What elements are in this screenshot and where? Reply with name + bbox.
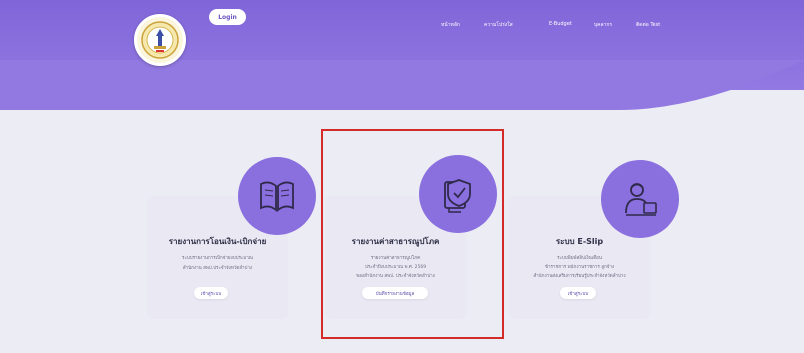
enter-system-button[interactable]: เข้าสู่ระบบ — [194, 287, 228, 299]
card-desc-line: ระบบรายงานการเบิกจ่ายงบประมาณ — [182, 256, 253, 261]
card-desc-line: ข้าราชการ พนักงานราชการ ลูกจ้าง — [544, 265, 615, 270]
open-book-icon — [260, 181, 294, 212]
card-icon-circle — [238, 157, 316, 235]
nav-item-home[interactable]: หน้าหลัก — [441, 21, 460, 29]
header-wave — [0, 60, 804, 110]
nav-item-transparency[interactable]: ความโปร่งใส — [484, 21, 513, 29]
card-desc-line: สำนักงาน สพป.ประจำจังหวัดลำปาง — [182, 266, 253, 271]
person-laptop-icon — [625, 183, 657, 216]
card-icon-circle — [601, 160, 679, 238]
enter-system-button[interactable]: เข้าสู่ระบบ — [560, 287, 596, 299]
card-title: ระบบ E-Slip — [555, 237, 604, 246]
card-desc-line: สำนักงานส่งเสริมการเรียนรู้ประจำจังหวัดล… — [533, 274, 626, 279]
top-nav: หน้าหลัก ความโปร่งใส E-Budget บุคลากร ติ… — [0, 21, 804, 31]
selection-highlight — [321, 129, 504, 339]
card-desc-line: ระบบพิมพ์สลิปเงินเดือน — [557, 256, 602, 261]
card-title: รายงานการโอนเงิน-เบิกจ่าย — [168, 237, 267, 246]
nav-item-ebudget[interactable]: E-Budget — [549, 21, 572, 27]
nav-item-personnel[interactable]: บุคลากร — [594, 21, 612, 29]
nav-item-contact[interactable]: ติดต่อ Test — [636, 21, 660, 29]
